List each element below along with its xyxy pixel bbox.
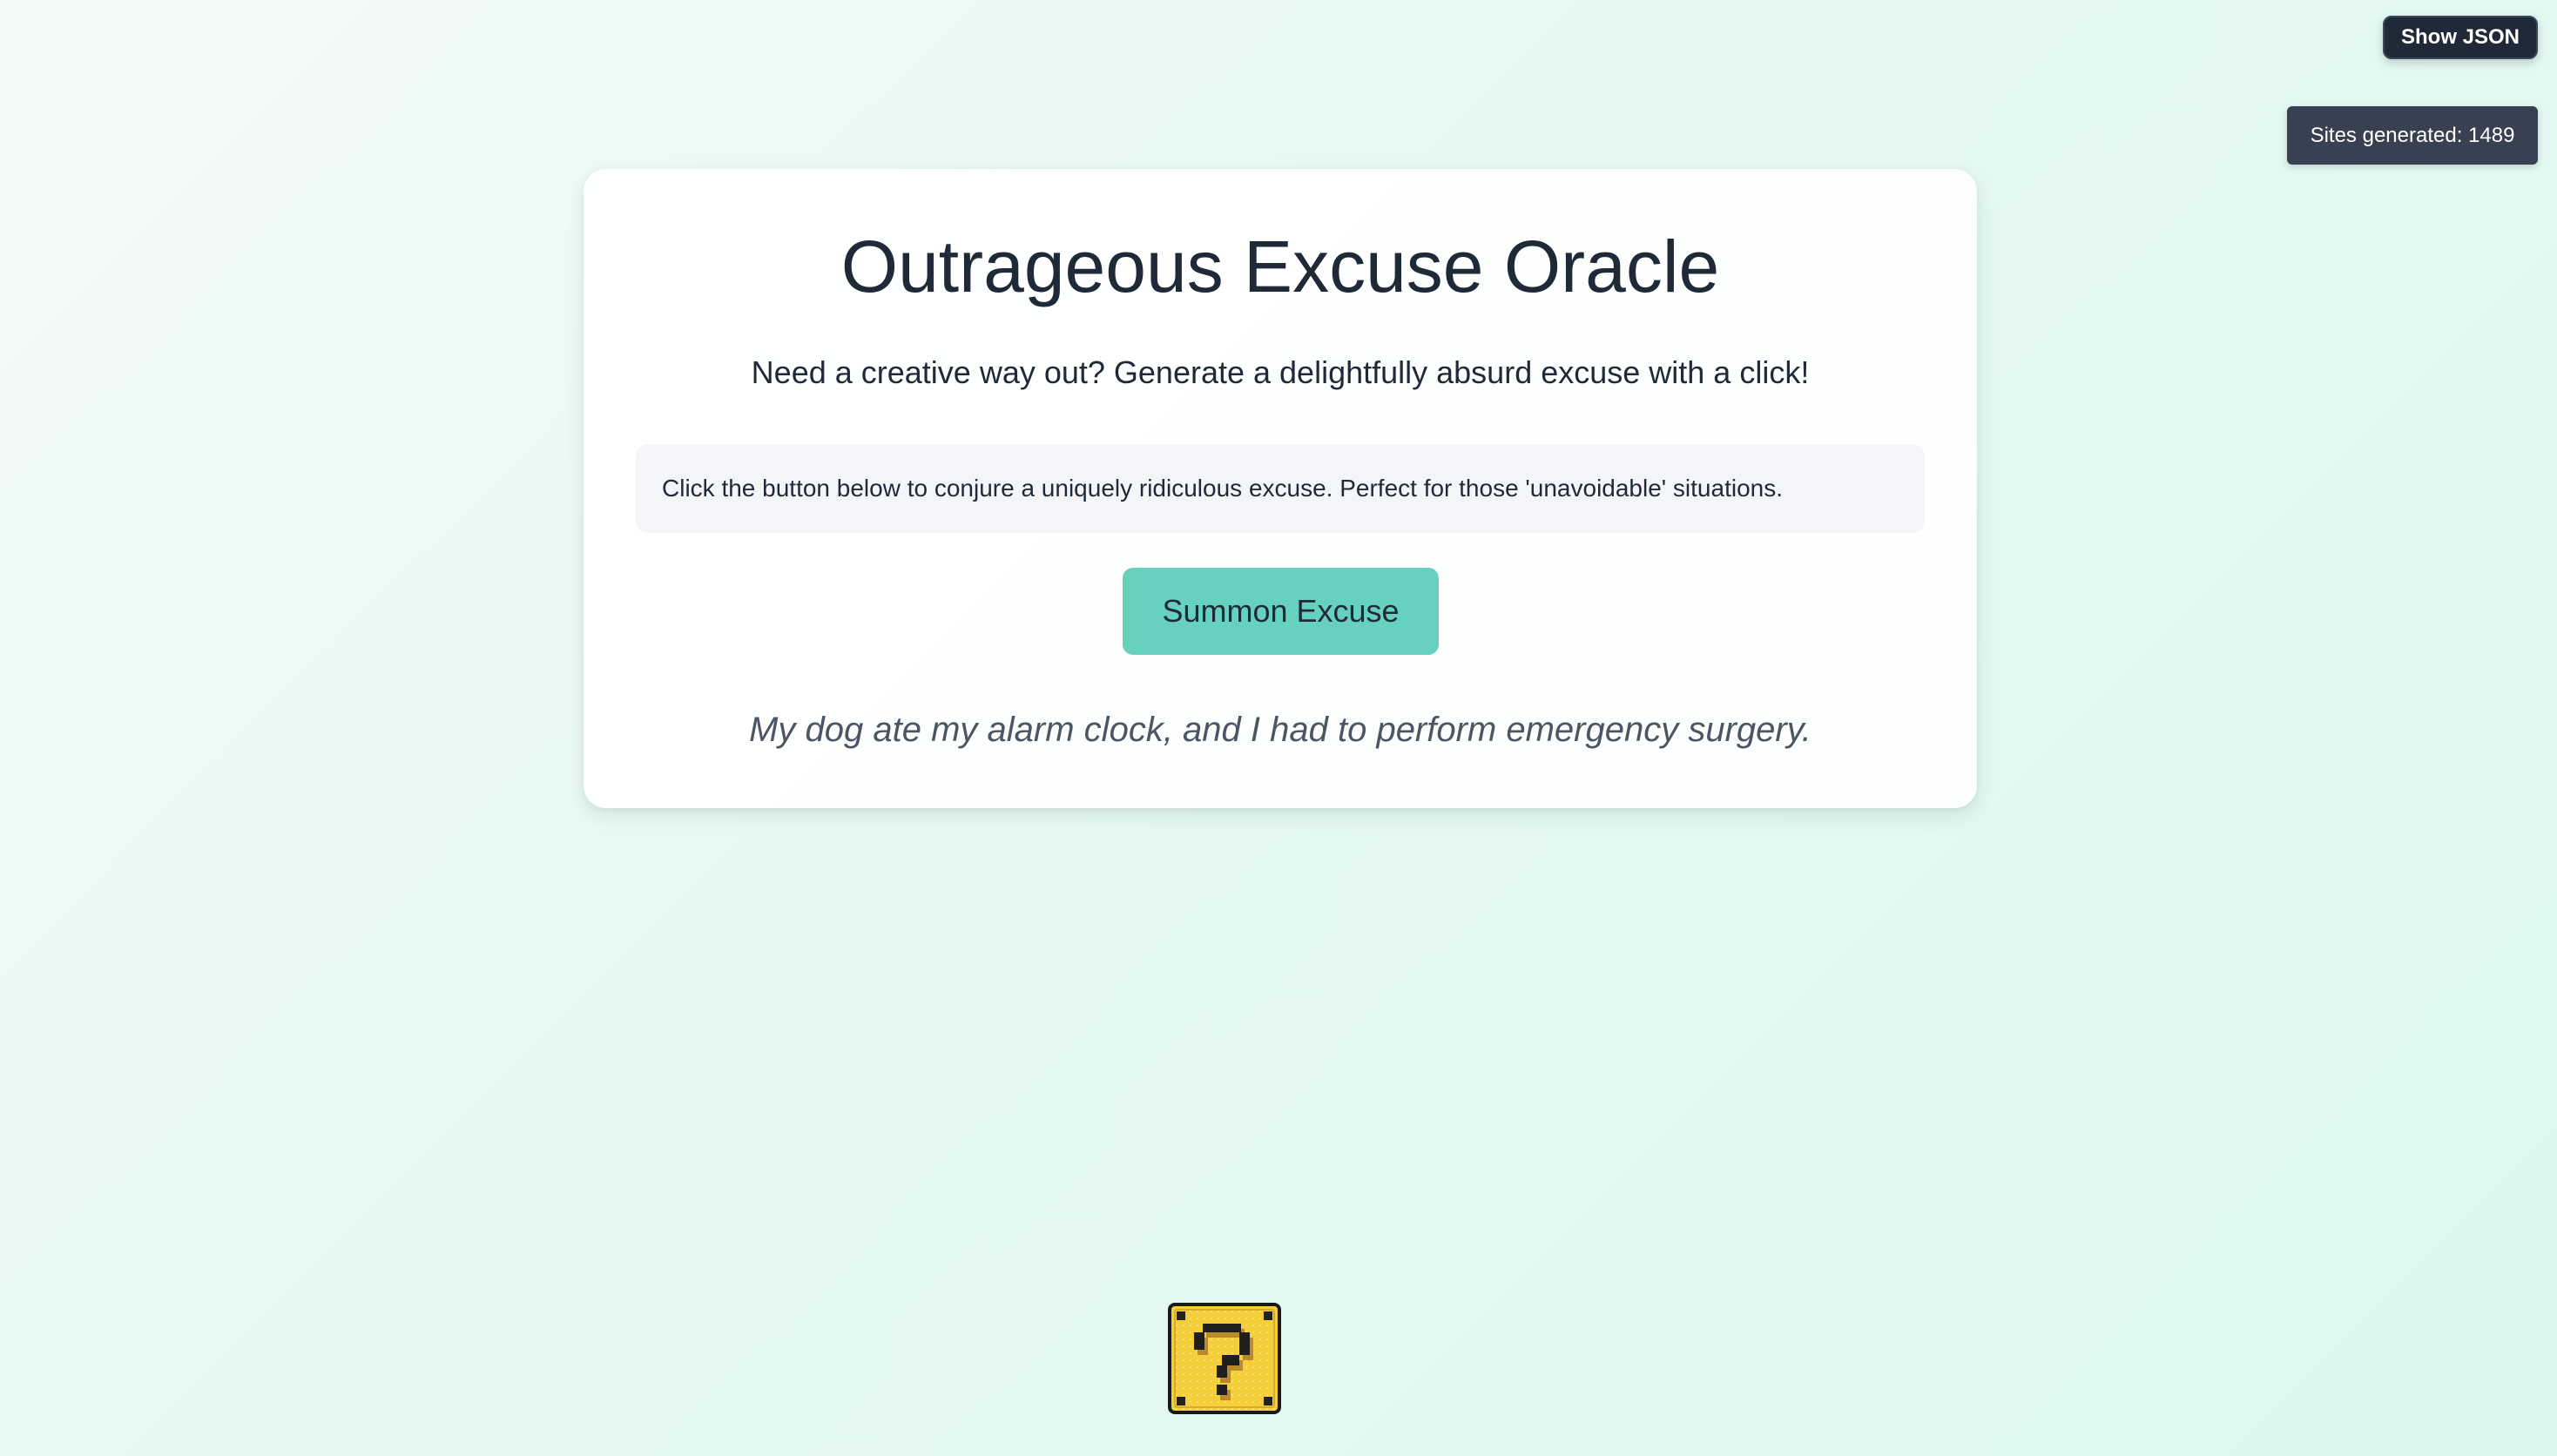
summon-excuse-button[interactable]: Summon Excuse bbox=[1123, 568, 1439, 655]
info-box: Click the button below to conjure a uniq… bbox=[636, 444, 1925, 533]
excuse-output: My dog ate my alarm clock, and I had to … bbox=[749, 711, 1811, 749]
sites-generated-badge: Sites generated: 1489 bbox=[2287, 106, 2538, 165]
question-block-icon[interactable] bbox=[1168, 1303, 1281, 1414]
show-json-button[interactable]: Show JSON bbox=[2383, 16, 2538, 59]
page-title: Outrageous Excuse Oracle bbox=[840, 226, 1720, 307]
excuse-card: Outrageous Excuse Oracle Need a creative… bbox=[584, 169, 1977, 808]
info-text: Click the button below to conjure a uniq… bbox=[662, 475, 1783, 502]
page-subtitle: Need a creative way out? Generate a deli… bbox=[751, 354, 1810, 390]
